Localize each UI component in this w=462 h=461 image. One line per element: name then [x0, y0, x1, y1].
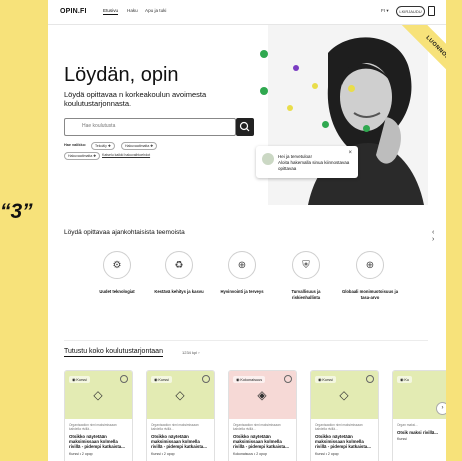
all-filters-link[interactable]: Katselu kaikki hakuvaihtoehdot [102, 153, 150, 157]
search-button[interactable] [236, 118, 254, 136]
theme-label: Uudet teknologiat [99, 289, 135, 294]
course-card[interactable]: ◉ Kurssi ◇ Organisaation nimi maksimissa… [310, 370, 379, 461]
growth-icon: ♻ [165, 251, 193, 279]
themes-title: Löydä opittavaa ajankohtaisista teemoist… [64, 229, 185, 236]
courses-count[interactable]: 1234 kpl › [182, 350, 200, 355]
course-card[interactable]: ◉ Ku Organ maksi... Otsik maksi rivillä.… [392, 370, 446, 461]
chat-avatar [262, 153, 274, 165]
card-title: Otsikko näytetään maksimissaan kolmella … [151, 434, 207, 450]
theme-item[interactable]: ♻ Kestävä kehitys ja kasvu [150, 251, 208, 295]
card-org: Organisaation nimi maksimissaan kahdella… [69, 423, 117, 431]
decor-dot [260, 50, 268, 58]
chat-popup: Hei ja tervetuloa! Aloita hakemalla sinu… [256, 146, 358, 178]
carousel-next-button[interactable]: › [436, 402, 446, 415]
course-card[interactable]: ◉ Kurssi ◇ Organisaation nimi maksimissa… [64, 370, 133, 461]
health-icon: ⊕ [228, 251, 256, 279]
nav-item-help[interactable]: Apu ja tuki [145, 8, 166, 13]
card-meta: Kurssi • 2 opop [69, 451, 93, 456]
card-meta: Kurssi [397, 437, 407, 442]
section-divider [64, 340, 428, 341]
layers-icon: ◇ [93, 388, 103, 402]
theme-label: Turvallisuus ja riskienhallinta [291, 289, 321, 300]
card-type-badge: ◉ Kurssi [315, 376, 336, 383]
card-meta: Kurssi • 2 opop [151, 451, 175, 456]
quote-mark: “3” [0, 200, 33, 223]
favorite-icon[interactable] [202, 375, 210, 383]
card-meta: Kurssi • 2 opop [315, 451, 339, 456]
decor-dot [293, 65, 299, 71]
login-button[interactable]: LKIRJAUDU [396, 6, 425, 17]
page-title: Löydän, opin [64, 64, 179, 86]
decor-dot [348, 85, 355, 92]
nav-item-search[interactable]: Haku [127, 8, 138, 13]
theme-label: Hyvinvointi ja terveys [220, 289, 264, 294]
card-header: ◉ Kurssi ◇ [147, 371, 214, 419]
card-header: ◉ Kurssi ◇ [65, 371, 132, 419]
hero-section: LUONNOS Löydän, opin Löydä opittavaa n k… [48, 25, 446, 205]
card-title: Otsikko näytetään maksimissaan kolmella … [233, 434, 289, 450]
shield-icon: ⛨ [292, 251, 320, 279]
search-icon [239, 121, 250, 132]
card-type-badge: ◉ Kurssi [151, 376, 172, 383]
card-header: ◉ Kurssi ◇ [311, 371, 378, 419]
page: OPIN.FI Etusivu Haku Apu ja tuki FI ▾ LK… [48, 0, 446, 461]
favorite-icon[interactable] [366, 375, 374, 383]
search-input[interactable]: Hae koulutusta [64, 118, 236, 136]
theme-label: Kestävä kehitys ja kasvu [154, 289, 204, 294]
chat-message: Aloita hakemalla sinua kiinnostavaa opit… [278, 160, 350, 171]
card-org: Organ maksi... [397, 423, 418, 427]
filters-label: Hae valikko: [64, 143, 87, 147]
technology-icon: ⚙ [103, 251, 131, 279]
carousel-arrows[interactable]: ‹ › [432, 229, 446, 243]
favorite-icon[interactable] [284, 375, 292, 383]
filter-chip[interactable]: Tekoäly ✚ [91, 142, 115, 150]
courses-title[interactable]: Tutustu koko koulutustarjontaan [64, 348, 163, 357]
theme-item[interactable]: ⛨ Turvallisuus ja riskienhallinta [277, 251, 335, 300]
card-org: Organisaation nimi maksimissaan kahdella… [151, 423, 199, 431]
hero-photo [268, 25, 428, 205]
search-placeholder: Hae koulutusta [82, 123, 116, 129]
theme-item[interactable]: ⚙ Uudet teknologiat [88, 251, 146, 295]
decor-dot [322, 121, 329, 128]
card-title: Otsikko näytetään maksimissaan kolmella … [315, 434, 371, 450]
layers-icon: ◇ [175, 388, 185, 402]
decor-dot [312, 83, 318, 89]
card-type-badge: ◉ Kokonaisuus [233, 376, 266, 383]
filter-chip[interactable]: Hakuvaatimatta ✚ [64, 152, 101, 160]
decor-dot [287, 105, 293, 111]
theme-item[interactable]: ⊕ Hyvinvointi ja terveys [213, 251, 271, 295]
language-select[interactable]: FI ▾ [381, 8, 389, 14]
chat-greeting: Hei ja tervetuloa! [278, 154, 312, 159]
decor-dot [260, 87, 268, 95]
card-meta: Kokonaisuus • 2 opop [233, 451, 267, 456]
card-type-badge: ◉ Kurssi [69, 376, 90, 383]
layers-icon: ◈ [257, 388, 267, 402]
card-type-badge: ◉ Ku [397, 376, 413, 383]
site-logo[interactable]: OPIN.FI [60, 8, 87, 15]
hero-lede: Löydä opittavaa n korkeakoulun avoimesta… [64, 90, 207, 108]
card-org: Organisaation nimi maksimissaan kahdella… [233, 423, 281, 431]
card-org: Organisaation nimi maksimissaan kahdella… [315, 423, 363, 431]
close-icon[interactable]: × [348, 150, 352, 156]
theme-label: Globaali monimuotoisuus ja tasa-arvo [341, 289, 399, 300]
nav-item-home[interactable]: Etusivu [103, 8, 119, 15]
card-header: ◉ Kokonaisuus ◈ [229, 371, 296, 419]
filter-chip[interactable]: Hakuvaatimatta ✚ [121, 142, 158, 150]
card-title: Otsik maksi rivillä... [397, 430, 439, 435]
favorite-icon[interactable] [120, 375, 128, 383]
decor-dot [363, 125, 370, 132]
globe-icon: ⊕ [356, 251, 384, 279]
layers-icon: ◇ [339, 388, 349, 402]
bookmark-icon[interactable] [428, 6, 435, 16]
course-card[interactable]: ◉ Kurssi ◇ Organisaation nimi maksimissa… [146, 370, 215, 461]
course-card[interactable]: ◉ Kokonaisuus ◈ Organisaation nimi maksi… [228, 370, 297, 461]
card-title: Otsikko näytetään maksimissaan kolmella … [69, 434, 125, 450]
top-navigation: OPIN.FI Etusivu Haku Apu ja tuki FI ▾ LK… [48, 0, 446, 25]
theme-item[interactable]: ⊕ Globaali monimuotoisuus ja tasa-arvo [341, 251, 399, 300]
